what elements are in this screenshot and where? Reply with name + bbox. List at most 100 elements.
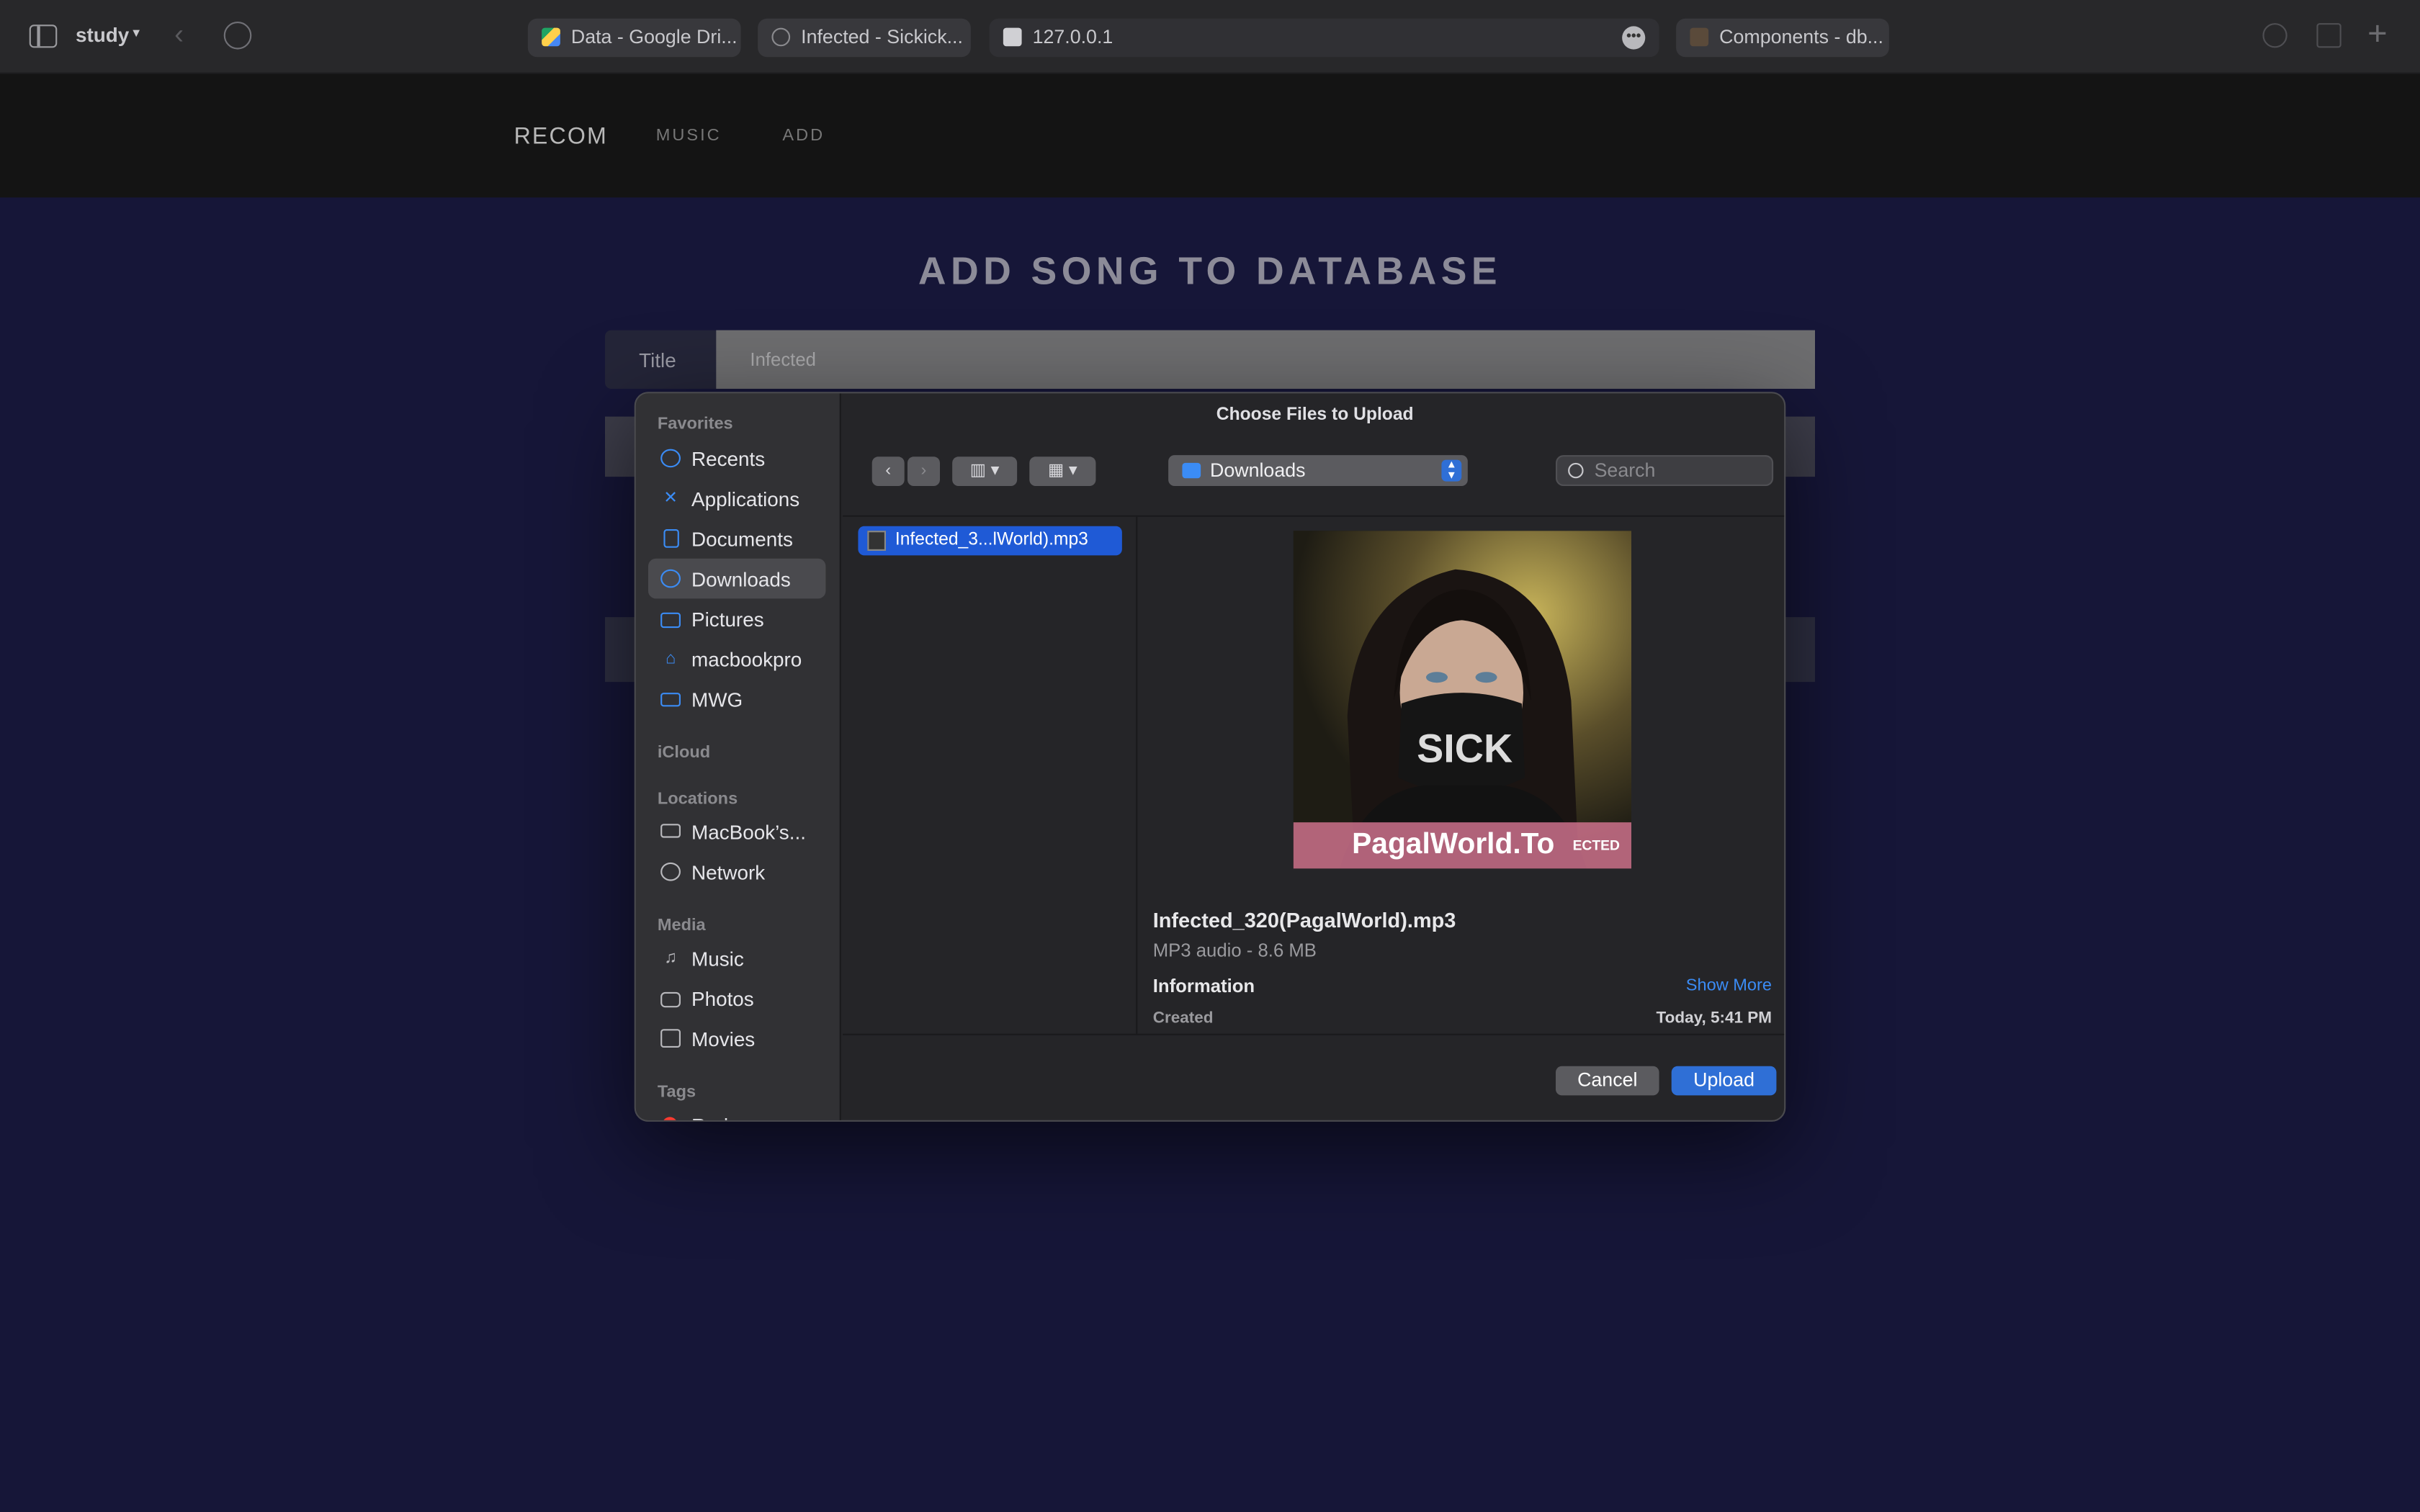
information-header: Information — [1152, 975, 1255, 997]
file-row-label: Infected_3...lWorld).mp3 — [895, 531, 1088, 549]
file-column: Infected_3...lWorld).mp3 — [843, 516, 1138, 1034]
sidebar-item-macbookpro[interactable]: ⌂ macbookpro — [648, 639, 825, 679]
download-icon — [660, 569, 681, 588]
dialog-title: Choose Files to Upload — [1216, 405, 1414, 425]
sidebar-item-label: Pictures — [691, 608, 764, 631]
sidebar-item-label: Music — [691, 947, 744, 971]
search-icon — [1568, 462, 1584, 479]
sidebar-item-music[interactable]: ♫ Music — [648, 938, 825, 978]
sidebar-item-tag-red[interactable]: Red — [648, 1104, 825, 1120]
sidebar-toggle-icon[interactable] — [29, 24, 58, 48]
tab-components[interactable]: Components - db... — [1676, 18, 1889, 58]
document-icon — [663, 529, 679, 548]
file-chooser-dialog: Favorites Recents ✕ Applications Documen… — [634, 392, 1786, 1122]
red-tag-icon — [662, 1117, 678, 1120]
upload-button[interactable]: Upload — [1671, 1066, 1777, 1096]
sidebar-item-label: macbookpro — [691, 648, 802, 672]
sidebar-item-macbook[interactable]: MacBook’s... — [648, 811, 825, 852]
forward-icon[interactable]: › — [908, 456, 940, 486]
new-tab-icon[interactable]: + — [2367, 14, 2388, 54]
laptop-icon — [660, 824, 681, 838]
downloads-icon[interactable] — [2262, 23, 2287, 48]
privacy-report-icon[interactable] — [223, 22, 252, 50]
share-icon[interactable] — [2316, 23, 2341, 48]
created-value: Today, 5:41 PM — [1656, 1009, 1772, 1028]
tab-label: Data - Google Dri... — [570, 26, 738, 48]
show-more-link[interactable]: Show More — [1686, 976, 1772, 995]
location-popup[interactable]: Downloads ▲ ▼ — [1168, 455, 1468, 486]
page-title: ADD SONG TO DATABASE — [918, 250, 1502, 294]
chevron-updown-icon: ▲ ▼ — [1441, 459, 1462, 482]
divider — [843, 1033, 1785, 1035]
folder-icon — [1182, 462, 1201, 479]
app-navbar: RECOM MUSIC ADD — [0, 73, 2420, 198]
sidebar-item-mwg[interactable]: MWG — [648, 679, 825, 719]
music-note-icon: ♫ — [664, 948, 677, 968]
sidebar-item-movies[interactable]: Movies — [648, 1018, 825, 1058]
sidebar-item-label: Recents — [691, 447, 766, 471]
sidebar-item-label: MacBook’s... — [691, 821, 806, 845]
watermark: PagalWorld.To ECTED — [1293, 822, 1631, 869]
file-row-selected[interactable]: Infected_3...lWorld).mp3 — [858, 526, 1122, 556]
sidebar-item-downloads[interactable]: Downloads — [648, 558, 826, 599]
created-label: Created — [1152, 1009, 1214, 1028]
icloud-header[interactable]: iCloud — [658, 744, 710, 762]
browser-toolbar: study ▾ ‹ Data - Google Dri... Infected … — [0, 0, 2420, 74]
search-field[interactable] — [1556, 455, 1774, 486]
globe-icon — [660, 862, 681, 881]
tab-label: Infected - Sickick... — [801, 26, 963, 48]
sidebar-item-network[interactable]: Network — [648, 852, 825, 892]
chevron-down-icon[interactable]: ▾ — [133, 24, 140, 42]
home-icon: ⌂ — [665, 649, 676, 668]
more-options-icon[interactable]: ••• — [1622, 26, 1646, 50]
sidebar-item-label: Movies — [691, 1027, 756, 1051]
column-view-icon[interactable]: ▥ ▾ — [952, 456, 1018, 486]
sidebar-item-documents[interactable]: Documents — [648, 518, 825, 559]
back-arrow-icon[interactable]: ‹ — [174, 19, 184, 51]
pictures-icon — [660, 612, 681, 629]
tags-header: Tags — [657, 1083, 696, 1102]
address-text[interactable]: 127.0.0.1 — [1033, 26, 1113, 48]
title-input[interactable]: Infected — [716, 330, 1816, 389]
google-drive-icon — [542, 27, 560, 47]
sidebar-item-label: Photos — [691, 987, 754, 1011]
sidebar-item-photos[interactable]: Photos — [648, 978, 825, 1019]
tab-infected[interactable]: Infected - Sickick... — [758, 18, 971, 58]
sidebar-item-label: Red — [691, 1114, 728, 1120]
sidebar-item-label: Downloads — [691, 567, 791, 591]
title-field-label: Title — [605, 330, 717, 389]
sidebar-item-applications[interactable]: ✕ Applications — [648, 478, 825, 518]
camera-icon — [660, 991, 681, 1008]
music-note-icon — [771, 27, 791, 47]
album-art: SICK PagalWorld.To ECTED — [1293, 531, 1631, 869]
applications-icon: ✕ — [663, 489, 678, 508]
profile-switcher[interactable]: study — [76, 23, 129, 46]
sidebar-item-label: Documents — [691, 527, 793, 551]
film-icon — [660, 1029, 681, 1048]
tab-localhost[interactable]: 127.0.0.1 ••• — [989, 18, 1659, 58]
page-favicon-icon — [1003, 27, 1022, 47]
sidebar-item-label: Applications — [691, 487, 800, 511]
watermark-text: ECTED — [1572, 837, 1620, 853]
tab-google-drive[interactable]: Data - Google Dri... — [527, 18, 741, 58]
grid-view-icon[interactable]: ▦ ▾ — [1029, 456, 1096, 486]
preview-meta: MP3 audio - 8.6 MB — [1152, 940, 1317, 961]
file-thumbnail-icon — [867, 531, 886, 551]
search-input[interactable] — [1594, 459, 1765, 482]
watermark-text: PagalWorld.To — [1352, 828, 1555, 861]
page-favicon-icon — [1690, 27, 1709, 47]
preview-pane: SICK PagalWorld.To ECTED Infected_320(Pa… — [1137, 517, 1784, 1034]
cancel-button[interactable]: Cancel — [1556, 1066, 1659, 1096]
sidebar-item-recents[interactable]: Recents — [648, 438, 825, 479]
nav-link-add[interactable]: ADD — [782, 127, 825, 145]
sidebar-item-label: MWG — [691, 688, 743, 711]
sidebar-item-pictures[interactable]: Pictures — [648, 598, 825, 639]
dialog-sidebar: Favorites Recents ✕ Applications Documen… — [635, 393, 841, 1120]
nav-link-music[interactable]: MUSIC — [656, 127, 722, 145]
brand-logo[interactable]: RECOM — [514, 123, 608, 149]
preview-filename: Infected_320(PagalWorld).mp3 — [1152, 909, 1456, 932]
tab-label: Components - db... — [1719, 26, 1883, 48]
svg-text:SICK: SICK — [1417, 726, 1512, 771]
location-label: Downloads — [1210, 459, 1306, 482]
back-icon[interactable]: ‹ — [871, 456, 905, 486]
